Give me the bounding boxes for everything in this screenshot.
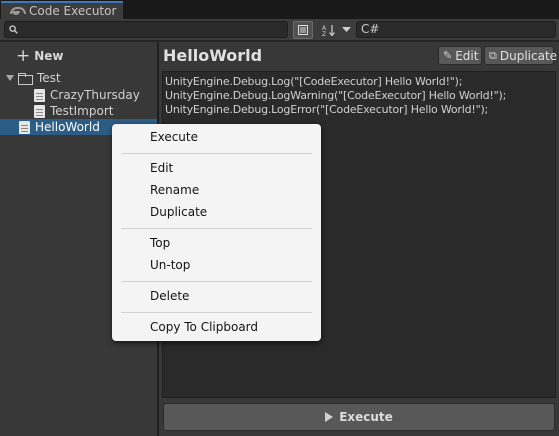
tab-title: Code Executor xyxy=(29,4,117,18)
svg-text:Z: Z xyxy=(322,31,326,37)
expand-arrow-icon[interactable] xyxy=(6,75,14,81)
list-icon xyxy=(298,25,308,35)
language-field[interactable]: C# xyxy=(356,21,556,38)
new-button[interactable]: + New xyxy=(16,46,64,66)
toolbar: A Z C# xyxy=(0,19,559,41)
menu-separator xyxy=(121,281,312,282)
menu-item-edit[interactable]: Edit xyxy=(112,158,321,178)
menu-item-copy-to-clipboard[interactable]: Copy To Clipboard xyxy=(112,317,321,337)
menu-item-delete[interactable]: Delete xyxy=(112,286,321,306)
chevron-down-icon xyxy=(341,27,351,32)
code-line: UnityEngine.Debug.Log("[CodeExecutor] He… xyxy=(165,75,463,88)
unity-window-icon xyxy=(9,6,26,16)
list-view-button[interactable] xyxy=(293,21,313,39)
play-icon xyxy=(325,412,334,422)
menu-separator xyxy=(121,228,312,229)
script-file-icon xyxy=(34,104,45,118)
menu-item-rename[interactable]: Rename xyxy=(112,180,321,200)
tree-folder-test[interactable]: Test xyxy=(0,70,157,86)
execute-button-label: Execute xyxy=(339,410,393,424)
menu-item-top[interactable]: Top xyxy=(112,233,321,253)
edit-button-label: Edit xyxy=(455,48,479,63)
script-title: HelloWorld xyxy=(163,46,263,65)
search-input[interactable] xyxy=(21,22,281,37)
menu-item-duplicate[interactable]: Duplicate xyxy=(112,202,321,222)
context-menu: Execute Edit Rename Duplicate Top Un-top… xyxy=(112,124,321,341)
tree-item-label: Test xyxy=(37,71,61,85)
menu-separator xyxy=(121,153,312,154)
tree-item-testimport[interactable]: TestImport xyxy=(0,103,157,119)
tree-item-label: CrazyThursday xyxy=(50,88,140,102)
sort-icon: A Z xyxy=(322,24,335,37)
tab-strip: Code Executor xyxy=(0,0,559,19)
menu-item-un-top[interactable]: Un-top xyxy=(112,255,321,275)
duplicate-button-label: Duplicate xyxy=(499,48,558,63)
tree-item-label: HelloWorld xyxy=(35,120,100,134)
new-button-label: New xyxy=(34,49,64,63)
duplicate-icon: ⧉ xyxy=(489,48,497,62)
code-line: UnityEngine.Debug.LogWarning("[CodeExecu… xyxy=(165,89,507,102)
tree-item-crazythursday[interactable]: CrazyThursday xyxy=(0,87,157,103)
sort-dropdown[interactable]: A Z xyxy=(319,21,353,39)
script-file-icon xyxy=(34,88,45,102)
menu-item-execute[interactable]: Execute xyxy=(112,127,321,147)
tree-item-label: TestImport xyxy=(50,104,114,118)
menu-separator xyxy=(121,312,312,313)
search-box[interactable] xyxy=(4,21,288,38)
search-icon xyxy=(9,25,18,34)
execute-button[interactable]: Execute xyxy=(163,403,555,431)
plus-icon: + xyxy=(16,46,31,66)
edit-button[interactable]: ✎ Edit xyxy=(438,46,482,65)
script-file-icon xyxy=(19,120,30,134)
duplicate-button[interactable]: ⧉ Duplicate xyxy=(484,46,558,65)
pencil-icon: ✎ xyxy=(443,49,453,62)
code-line: UnityEngine.Debug.LogError("[CodeExecuto… xyxy=(165,103,489,116)
folder-icon xyxy=(18,72,33,85)
tab-code-executor[interactable]: Code Executor xyxy=(1,1,123,19)
